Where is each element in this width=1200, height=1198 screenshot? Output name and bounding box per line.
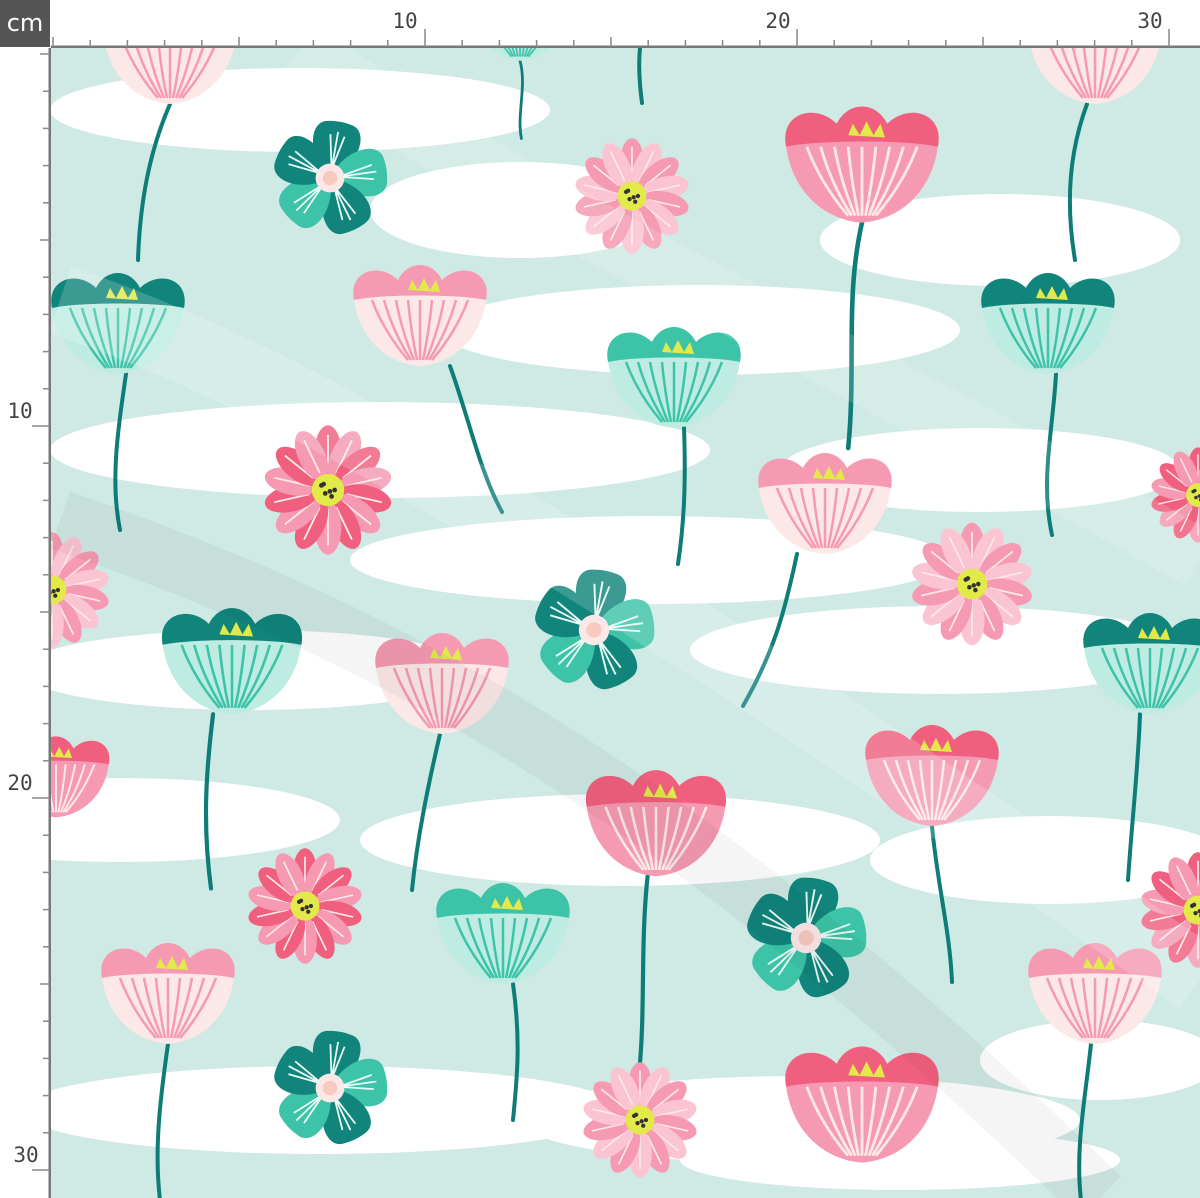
left-tick-label-30: 30 xyxy=(13,1143,38,1167)
top-tick-label-30: 30 xyxy=(1137,9,1162,33)
left-ruler xyxy=(0,0,51,1198)
top-tick-label-20: 20 xyxy=(765,9,790,33)
left-tick-label-20: 20 xyxy=(7,771,32,795)
fabric-canvas: 10 20 30 10 20 30 xyxy=(0,0,1200,1198)
fabric-preview: 10 20 30 10 20 30 cm xyxy=(0,0,1200,1198)
unit-label: cm xyxy=(0,0,50,47)
left-tick-label-10: 10 xyxy=(7,399,32,423)
top-tick-label-10: 10 xyxy=(392,9,417,33)
fabric-pattern xyxy=(51,48,1200,1198)
